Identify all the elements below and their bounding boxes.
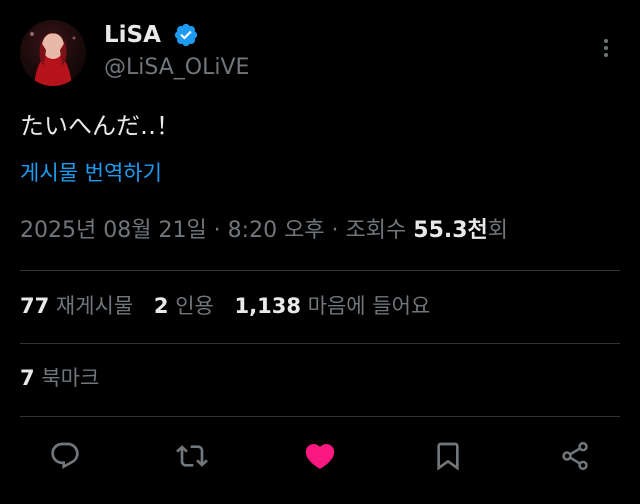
bookmark-button[interactable]	[430, 438, 466, 474]
repost-icon	[176, 445, 208, 467]
tweet-meta: 2025년 08월 21일 · 8:20 오후 · 조회수 55.3천회	[20, 215, 508, 247]
reposts-stat[interactable]: 77 재게시물	[20, 294, 133, 318]
reposts-count: 77	[20, 294, 50, 318]
display-name[interactable]: LiSA	[104, 20, 161, 50]
meta-separator: ·	[324, 218, 346, 243]
bookmarks-label: 북마크	[41, 366, 100, 390]
reply-button[interactable]	[47, 438, 83, 474]
verified-badge-icon	[173, 22, 199, 48]
like-button[interactable]	[302, 438, 338, 474]
divider	[20, 343, 620, 344]
share-button[interactable]	[557, 438, 593, 474]
divider	[20, 270, 620, 271]
likes-label: 마음에 들어요	[307, 294, 431, 318]
avatar[interactable]	[20, 20, 86, 86]
share-icon	[562, 441, 588, 471]
bookmarks-count: 7	[20, 366, 35, 390]
quotes-label: 인용	[175, 294, 214, 318]
tweet-time[interactable]: 8:20 오후	[228, 218, 325, 243]
quotes-count: 2	[153, 294, 169, 318]
views-suffix: 회	[487, 218, 509, 243]
user-handle[interactable]: @LiSA_OLiVE	[104, 53, 249, 83]
likes-stat[interactable]: 1,138 마음에 들어요	[235, 294, 431, 318]
reposts-label: 재게시물	[55, 294, 134, 318]
tweet-text: たいへんだ‥！	[20, 112, 181, 140]
likes-count: 1,138	[234, 294, 301, 318]
divider	[20, 416, 620, 417]
more-options-icon[interactable]	[594, 34, 618, 62]
translate-post-link[interactable]: 게시물 번역하기	[20, 158, 162, 188]
views-count[interactable]: 55.3천	[413, 218, 488, 243]
engagement-stats: 77 재게시물 2 인용 1,138 마음에 들어요	[20, 290, 444, 322]
tweet-date[interactable]: 2025년 08월 21일	[20, 218, 207, 243]
bookmarks-stat[interactable]: 7 북마크	[20, 362, 99, 394]
reply-icon	[51, 442, 79, 469]
views-label: 조회수	[345, 218, 414, 243]
heart-icon	[305, 443, 335, 469]
bookmark-icon	[437, 442, 459, 471]
repost-button[interactable]	[174, 438, 210, 474]
meta-separator: ·	[206, 218, 228, 243]
avatar-image	[30, 32, 76, 86]
quotes-stat[interactable]: 2 인용	[154, 294, 214, 318]
